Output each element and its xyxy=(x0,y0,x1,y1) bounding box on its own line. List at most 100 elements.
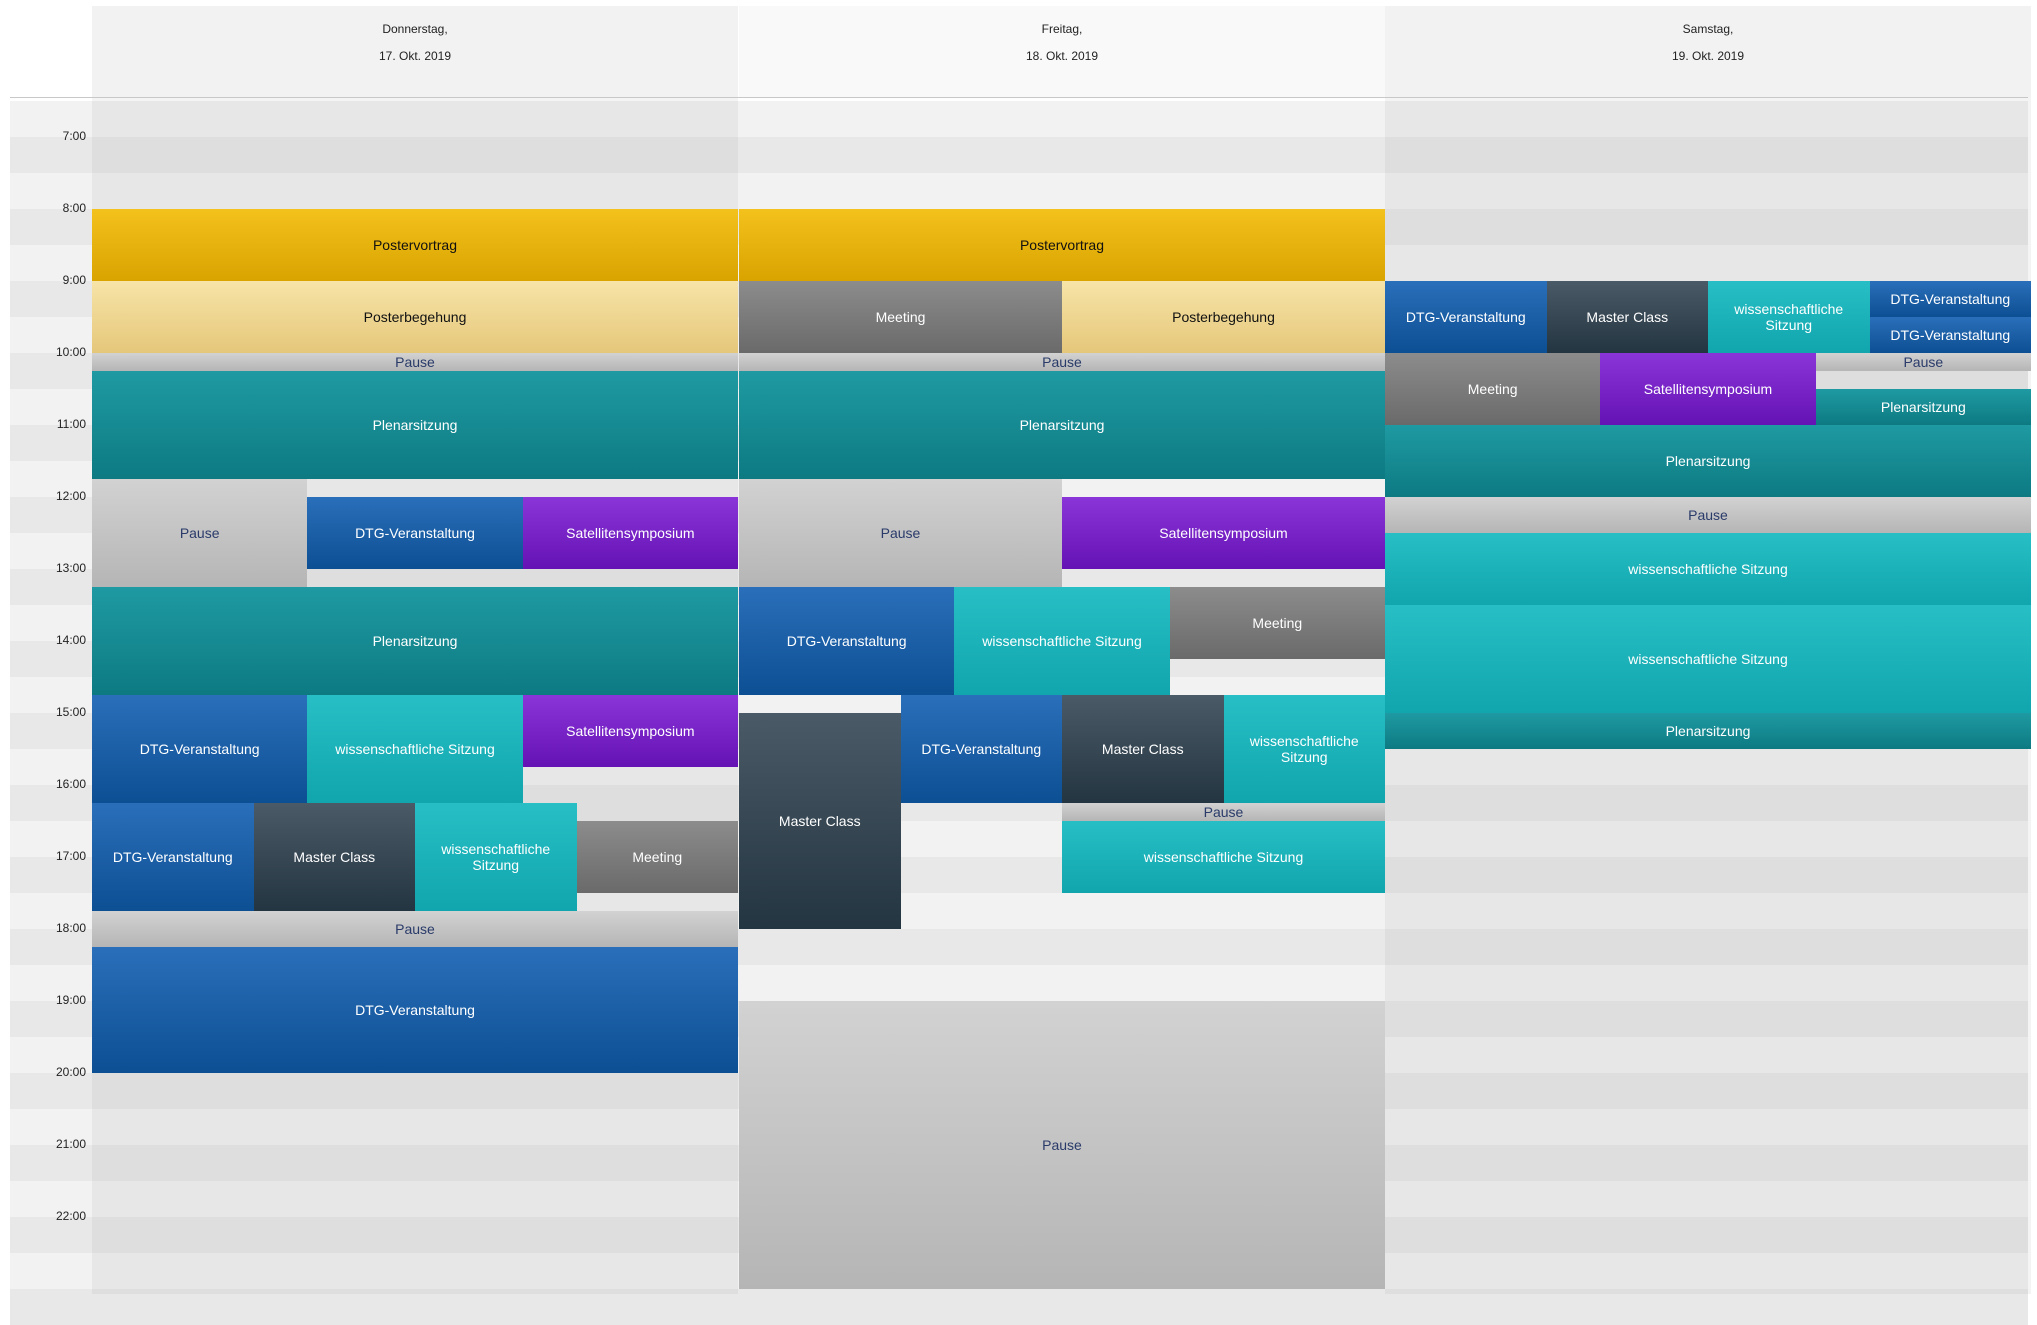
event-wiss[interactable]: wissenschaftliche Sitzung xyxy=(954,586,1170,695)
time-label: 19:00 xyxy=(55,992,86,1007)
day-date: 19. Okt. 2019 xyxy=(1671,49,1745,63)
time-label: 21:00 xyxy=(55,1136,86,1151)
event-meeting[interactable]: Meeting xyxy=(739,280,1062,353)
event-pause[interactable]: Pause xyxy=(739,1000,1385,1289)
day-weekday: Freitag, xyxy=(1041,22,1083,36)
event-pause[interactable]: Pause xyxy=(92,352,738,371)
event-pause[interactable]: Pause xyxy=(92,910,738,947)
event-label: DTG-Veranstaltung xyxy=(1890,290,2011,307)
event-poster[interactable]: Postervortrag xyxy=(92,208,738,281)
event-wiss[interactable]: wissenschaftliche Sitzung xyxy=(1062,820,1385,893)
time-label: 22:00 xyxy=(55,1208,86,1223)
event-label: DTG-Veranstaltung xyxy=(355,1001,475,1018)
event-wiss[interactable]: wissenschaftliche Sitzung xyxy=(415,802,577,911)
event-posterbg[interactable]: Posterbegehung xyxy=(92,280,738,353)
event-sat[interactable]: Satellitensymposium xyxy=(522,694,738,767)
event-label: wissenschaftliche Sitzung xyxy=(335,740,495,757)
event-plenar[interactable]: Plenarsitzung xyxy=(1385,424,2031,497)
event-label: Meeting xyxy=(632,848,683,865)
day-weekday: Samstag, xyxy=(1682,22,1734,36)
event-master[interactable]: Master Class xyxy=(739,712,901,929)
event-wiss[interactable]: wissenschaftliche Sitzung xyxy=(1708,280,1870,353)
event-wiss[interactable]: wissenschaftliche Sitzung xyxy=(1223,694,1385,803)
event-label: Master Class xyxy=(1586,308,1669,325)
event-label: Satellitensymposium xyxy=(566,722,695,739)
event-label: Plenarsitzung xyxy=(372,632,458,649)
time-label: 7:00 xyxy=(62,128,86,143)
event-dtg[interactable]: DTG-Veranstaltung xyxy=(1385,280,1547,353)
event-dtg[interactable]: DTG-Veranstaltung xyxy=(92,946,738,1073)
event-dtg[interactable]: DTG-Veranstaltung xyxy=(92,802,254,911)
event-meeting[interactable]: Meeting xyxy=(576,820,738,893)
event-plenar[interactable]: Plenarsitzung xyxy=(1815,388,2031,425)
event-label: Plenarsitzung xyxy=(1665,452,1751,469)
event-label: Plenarsitzung xyxy=(1880,398,1966,415)
event-label: Pause xyxy=(179,524,220,541)
event-dtg[interactable]: DTG-Veranstaltung xyxy=(307,496,523,569)
event-label: Posterbegehung xyxy=(1172,308,1275,325)
event-pause[interactable]: Pause xyxy=(1815,352,2031,371)
event-master[interactable]: Master Class xyxy=(1062,694,1224,803)
event-pause[interactable]: Pause xyxy=(1385,496,2031,533)
event-master[interactable]: Master Class xyxy=(1546,280,1708,353)
time-label: 16:00 xyxy=(55,776,86,791)
event-label: Master Class xyxy=(1101,740,1184,757)
event-label: Pause xyxy=(880,524,921,541)
event-pause[interactable]: Pause xyxy=(739,478,1062,587)
event-label: Postervortrag xyxy=(372,236,458,253)
event-label: Plenarsitzung xyxy=(372,416,458,433)
event-plenar[interactable]: Plenarsitzung xyxy=(92,586,738,695)
event-label: wissenschaftliche Sitzung xyxy=(441,840,551,873)
event-label: wissenschaftliche Sitzung xyxy=(1734,300,1844,333)
event-plenar[interactable]: Plenarsitzung xyxy=(92,370,738,479)
event-pause[interactable]: Pause xyxy=(92,478,308,587)
event-master[interactable]: Master Class xyxy=(253,802,415,911)
event-meeting[interactable]: Meeting xyxy=(1169,586,1385,659)
event-meeting[interactable]: Meeting xyxy=(1385,352,1601,425)
event-label: Satellitensymposium xyxy=(1643,380,1773,397)
event-wiss[interactable]: wissenschaftliche Sitzung xyxy=(1385,604,2031,713)
event-label: DTG-Veranstaltung xyxy=(355,524,475,541)
event-dtg[interactable]: DTG-Veranstaltung xyxy=(1869,316,2031,353)
event-dtg[interactable]: DTG-Veranstaltung xyxy=(92,694,308,803)
time-label: 10:00 xyxy=(55,344,86,359)
time-label: 17:00 xyxy=(55,848,86,863)
event-wiss[interactable]: wissenschaftliche Sitzung xyxy=(307,694,523,803)
day-date: 17. Okt. 2019 xyxy=(378,49,452,63)
time-label: 8:00 xyxy=(62,200,86,215)
day-header: Donnerstag, 17. Okt. 2019 xyxy=(92,6,738,97)
event-sat[interactable]: Satellitensymposium xyxy=(522,496,738,569)
event-posterbg[interactable]: Posterbegehung xyxy=(1062,280,1385,353)
event-label: Plenarsitzung xyxy=(1019,416,1105,433)
event-poster[interactable]: Postervortrag xyxy=(739,208,1385,281)
event-plenar[interactable]: Plenarsitzung xyxy=(1385,712,2031,749)
event-dtg[interactable]: DTG-Veranstaltung xyxy=(900,694,1062,803)
time-label: 20:00 xyxy=(55,1064,86,1079)
event-sat[interactable]: Satellitensymposium xyxy=(1062,496,1385,569)
header-divider xyxy=(10,97,2028,98)
time-label: 13:00 xyxy=(55,560,86,575)
time-label: 11:00 xyxy=(56,416,86,431)
event-label: Master Class xyxy=(293,848,376,865)
event-label: wissenschaftliche Sitzung xyxy=(1249,732,1359,765)
event-plenar[interactable]: Plenarsitzung xyxy=(739,370,1385,479)
event-label: DTG-Veranstaltung xyxy=(786,632,907,649)
event-sat[interactable]: Satellitensymposium xyxy=(1600,352,1816,425)
event-pause[interactable]: Pause xyxy=(1062,802,1385,821)
event-label: Meeting xyxy=(875,308,926,325)
time-label: 14:00 xyxy=(55,632,86,647)
event-label: wissenschaftliche Sitzung xyxy=(982,632,1142,649)
event-dtg[interactable]: DTG-Veranstaltung xyxy=(739,586,955,695)
event-label: Plenarsitzung xyxy=(1665,722,1751,739)
calendar-week-view: Donnerstag, 17. Okt. 2019 Freitag, 18. Okt.… xyxy=(0,0,2037,1325)
event-wiss[interactable]: wissenschaftliche Sitzung xyxy=(1385,532,2031,605)
event-pause[interactable]: Pause xyxy=(739,352,1385,371)
event-label: Pause xyxy=(395,920,435,937)
event-label: Postervortrag xyxy=(1019,236,1105,253)
event-label: Pause xyxy=(1042,353,1082,370)
event-dtg[interactable]: DTG-Veranstaltung xyxy=(1869,280,2031,317)
event-label: Pause xyxy=(395,353,435,370)
time-label: 9:00 xyxy=(62,272,86,287)
event-label: Satellitensymposium xyxy=(1159,524,1288,541)
event-label: DTG-Veranstaltung xyxy=(1890,326,2011,343)
